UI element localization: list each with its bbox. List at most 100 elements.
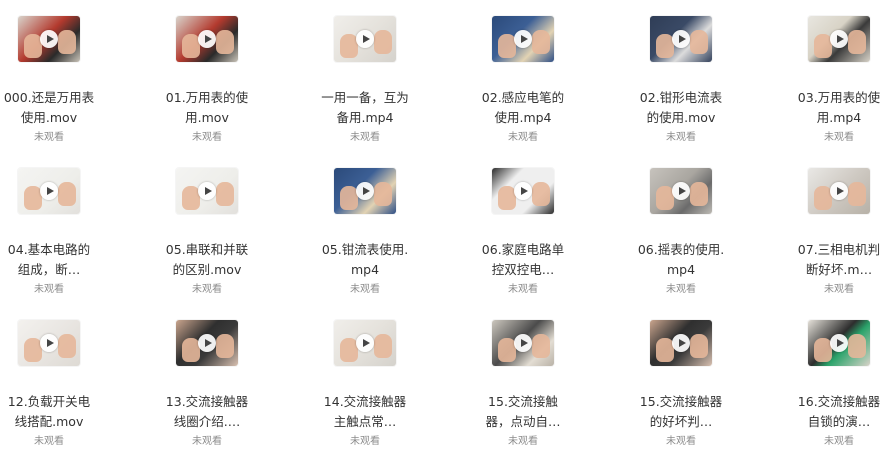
play-icon[interactable] (830, 333, 848, 352)
video-title[interactable]: 14.交流接触器主触点常… (319, 392, 411, 431)
video-grid: 000.还是万用表使用.mov 未观看 01.万用表的使用.mov 未观看 一用一备，互… (0, 0, 891, 460)
watch-status: 未观看 (508, 132, 538, 143)
watch-status: 未观看 (666, 436, 696, 447)
thumbnail-hand (374, 334, 392, 358)
thumbnail-hand (848, 30, 866, 54)
video-title[interactable]: 06.摇表的使用.mp4 (635, 240, 727, 279)
video-item[interactable]: 15.交流接触器的好坏判… 未观看 (611, 304, 751, 449)
play-icon[interactable] (514, 333, 532, 352)
thumbnail-hand (374, 30, 392, 54)
video-thumbnail[interactable] (808, 168, 870, 214)
watch-status: 未观看 (192, 132, 222, 143)
video-item[interactable]: 02.感应电笔的使用.mp4 未观看 (453, 0, 593, 145)
video-thumbnail[interactable] (176, 16, 238, 62)
video-title[interactable]: 15.交流接触器，点动自… (477, 392, 569, 431)
watch-status: 未观看 (192, 436, 222, 447)
video-title[interactable]: 05.钳流表使用.mp4 (319, 240, 411, 279)
play-icon[interactable] (356, 181, 374, 200)
video-title[interactable]: 04.基本电路的组成，断… (3, 240, 95, 279)
video-thumbnail[interactable] (808, 16, 870, 62)
play-icon[interactable] (672, 333, 690, 352)
thumbnail-hand (690, 30, 708, 54)
video-title[interactable]: 02.感应电笔的使用.mp4 (477, 88, 569, 127)
video-item[interactable]: 04.基本电路的组成，断… 未观看 (0, 152, 119, 297)
video-thumbnail[interactable] (650, 16, 712, 62)
play-icon[interactable] (514, 181, 532, 200)
play-icon[interactable] (40, 333, 58, 352)
thumbnail-hand (58, 30, 76, 54)
video-thumbnail[interactable] (334, 168, 396, 214)
thumbnail-hand (374, 182, 392, 206)
video-title[interactable]: 01.万用表的使用.mov (161, 88, 253, 127)
thumbnail-hand (58, 334, 76, 358)
play-icon[interactable] (514, 29, 532, 48)
video-thumbnail[interactable] (650, 168, 712, 214)
video-item[interactable]: 02.钳形电流表的使用.mov 未观看 (611, 0, 751, 145)
play-icon[interactable] (40, 29, 58, 48)
video-title[interactable]: 12.负载开关电线搭配.mov (3, 392, 95, 431)
play-icon[interactable] (356, 333, 374, 352)
video-thumbnail[interactable] (18, 320, 80, 366)
watch-status: 未观看 (666, 284, 696, 295)
thumbnail-hand (216, 334, 234, 358)
video-thumbnail[interactable] (18, 16, 80, 62)
thumbnail-hand (216, 182, 234, 206)
video-item[interactable]: 03.万用表的使用.mp4 未观看 (769, 0, 891, 145)
video-item[interactable]: 12.负载开关电线搭配.mov 未观看 (0, 304, 119, 449)
video-item[interactable]: 13.交流接触器线圈介绍.… 未观看 (137, 304, 277, 449)
video-thumbnail[interactable] (492, 168, 554, 214)
play-icon[interactable] (672, 29, 690, 48)
video-title[interactable]: 000.还是万用表使用.mov (3, 88, 95, 127)
play-icon[interactable] (198, 333, 216, 352)
video-item[interactable]: 01.万用表的使用.mov 未观看 (137, 0, 277, 145)
play-icon[interactable] (672, 181, 690, 200)
video-item[interactable]: 05.钳流表使用.mp4 未观看 (295, 152, 435, 297)
video-item[interactable]: 000.还是万用表使用.mov 未观看 (0, 0, 119, 145)
thumbnail-hand (690, 334, 708, 358)
video-item[interactable]: 16.交流接触器自锁的演… 未观看 (769, 304, 891, 449)
video-item[interactable]: 06.家庭电路单控双控电… 未观看 (453, 152, 593, 297)
video-title[interactable]: 15.交流接触器的好坏判… (635, 392, 727, 431)
video-item[interactable]: 14.交流接触器主触点常… 未观看 (295, 304, 435, 449)
video-title[interactable]: 13.交流接触器线圈介绍.… (161, 392, 253, 431)
play-icon[interactable] (198, 29, 216, 48)
video-title[interactable]: 06.家庭电路单控双控电… (477, 240, 569, 279)
watch-status: 未观看 (824, 284, 854, 295)
watch-status: 未观看 (508, 436, 538, 447)
video-thumbnail[interactable] (650, 320, 712, 366)
play-icon[interactable] (830, 29, 848, 48)
video-thumbnail[interactable] (176, 320, 238, 366)
video-thumbnail[interactable] (18, 168, 80, 214)
video-title[interactable]: 一用一备，互为备用.mp4 (319, 88, 411, 127)
video-thumbnail[interactable] (492, 320, 554, 366)
watch-status: 未观看 (192, 284, 222, 295)
video-item[interactable]: 一用一备，互为备用.mp4 未观看 (295, 0, 435, 145)
video-title[interactable]: 16.交流接触器自锁的演… (793, 392, 885, 431)
thumbnail-hand (690, 182, 708, 206)
video-item[interactable]: 05.串联和并联的区别.mov 未观看 (137, 152, 277, 297)
video-thumbnail[interactable] (808, 320, 870, 366)
thumbnail-hand (848, 334, 866, 358)
video-thumbnail[interactable] (334, 16, 396, 62)
thumbnail-hand (216, 30, 234, 54)
play-icon[interactable] (356, 29, 374, 48)
video-title[interactable]: 05.串联和并联的区别.mov (161, 240, 253, 279)
video-title[interactable]: 07.三相电机判断好坏.m… (793, 240, 885, 279)
video-item[interactable]: 07.三相电机判断好坏.m… 未观看 (769, 152, 891, 297)
thumbnail-hand (58, 182, 76, 206)
video-thumbnail[interactable] (334, 320, 396, 366)
watch-status: 未观看 (350, 436, 380, 447)
video-title[interactable]: 02.钳形电流表的使用.mov (635, 88, 727, 127)
video-thumbnail[interactable] (492, 16, 554, 62)
video-item[interactable]: 06.摇表的使用.mp4 未观看 (611, 152, 751, 297)
watch-status: 未观看 (34, 284, 64, 295)
video-thumbnail[interactable] (176, 168, 238, 214)
video-title[interactable]: 03.万用表的使用.mp4 (793, 88, 885, 127)
play-icon[interactable] (40, 181, 58, 200)
video-item[interactable]: 15.交流接触器，点动自… 未观看 (453, 304, 593, 449)
play-icon[interactable] (198, 181, 216, 200)
play-icon[interactable] (830, 181, 848, 200)
thumbnail-hand (532, 334, 550, 358)
watch-status: 未观看 (34, 132, 64, 143)
watch-status: 未观看 (508, 284, 538, 295)
